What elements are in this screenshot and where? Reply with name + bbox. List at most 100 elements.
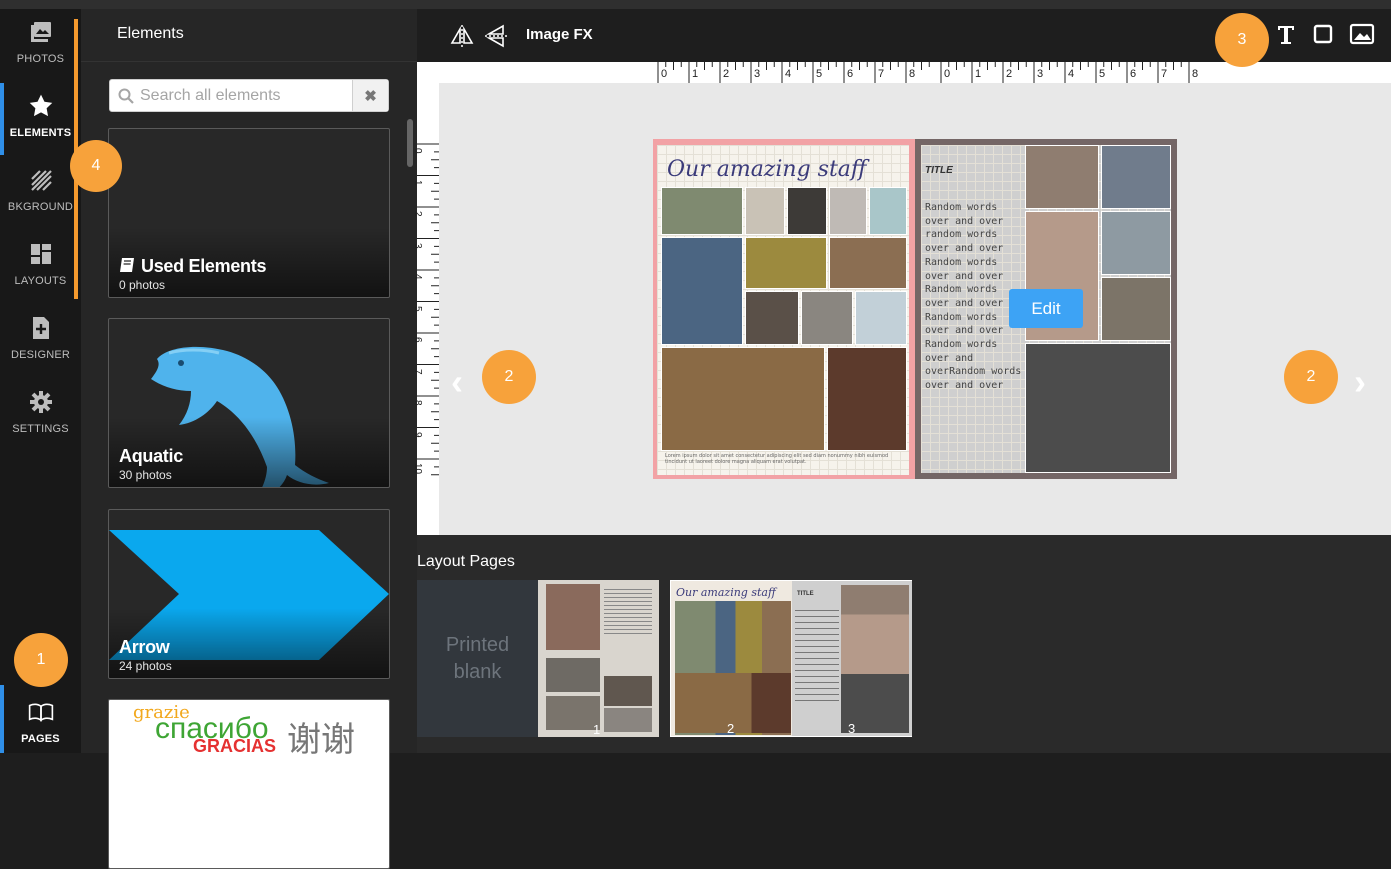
ruler-label: 10 xyxy=(412,463,423,475)
rail-item-designer[interactable]: DESIGNER xyxy=(0,305,81,379)
ruler-label: 5 xyxy=(816,68,823,80)
text-line: Random words xyxy=(925,202,998,213)
thumb-printed-blank[interactable]: Printed blank xyxy=(417,580,538,737)
panel-title: Elements xyxy=(81,9,417,62)
photo-slot[interactable] xyxy=(829,237,907,289)
rail-item-pages[interactable]: PAGES xyxy=(0,689,81,763)
thumb-page-1[interactable]: 1 xyxy=(538,580,659,737)
ruler-label: 3 xyxy=(754,68,761,80)
thanks-word: 谢谢 xyxy=(287,721,355,759)
photo-slot[interactable] xyxy=(1025,145,1099,209)
rail-item-layouts[interactable]: LAYOUTS xyxy=(0,231,81,305)
rail-item-photos[interactable]: PHOTOS xyxy=(0,9,81,83)
panel-scrollbar[interactable] xyxy=(407,119,413,167)
element-card-thanks[interactable]: grazie спасибо GRACIAS 谢谢 xyxy=(108,699,390,869)
photos-icon xyxy=(28,19,54,45)
photo-slot[interactable] xyxy=(801,291,853,345)
photo-slot[interactable] xyxy=(661,347,825,451)
photo-slot[interactable] xyxy=(827,347,907,451)
text-line: over and over xyxy=(925,380,1004,392)
ruler-label: 2 xyxy=(723,68,730,80)
photo-slot[interactable] xyxy=(745,187,785,235)
top-border xyxy=(0,0,1391,9)
photo-slot[interactable] xyxy=(1025,343,1171,473)
element-card-used[interactable]: Used Elements 0 photos xyxy=(108,128,390,298)
element-card-arrow[interactable]: Arrow 24 photos xyxy=(108,509,390,679)
ruler-label: 2 xyxy=(1006,68,1013,80)
photo-slot[interactable] xyxy=(661,187,743,235)
text-line: random words xyxy=(925,229,998,241)
photo-slot[interactable] xyxy=(661,237,743,345)
layout-pages-title: Layout Pages xyxy=(417,553,515,570)
ruler-label: 8 xyxy=(909,68,916,80)
ruler-label: 0 xyxy=(412,148,423,154)
text-line: over and xyxy=(925,352,974,364)
ruler-label: 3 xyxy=(1037,68,1044,80)
callout-badge-1: 1 xyxy=(14,633,68,687)
callout-badge-4: 4 xyxy=(70,140,122,192)
image-fx-button[interactable]: Image FX xyxy=(526,26,593,43)
thumb-photo xyxy=(546,658,600,692)
text-line: overRandom words xyxy=(925,366,1022,378)
ruler-label: 2 xyxy=(412,211,423,217)
photo-slot[interactable] xyxy=(787,187,827,235)
thumb-photo xyxy=(546,696,600,730)
text-line: over and over xyxy=(925,215,1004,227)
shape-tool-icon[interactable] xyxy=(1312,23,1336,47)
photo-slot[interactable] xyxy=(869,187,907,235)
ruler-label: 0 xyxy=(661,68,668,80)
page-number: 1 xyxy=(593,722,601,737)
left-page-title: Our amazing staff xyxy=(667,157,867,182)
callout-badge-2-right: 2 xyxy=(1284,350,1338,404)
flip-vertical-icon[interactable] xyxy=(484,24,508,48)
edit-button[interactable]: Edit xyxy=(1009,289,1083,328)
thumb-title: Our amazing staff xyxy=(676,586,776,599)
elements-panel: Elements ✖ Used Elements 0 photos Aquati… xyxy=(81,9,417,869)
photo-slot[interactable] xyxy=(745,237,827,289)
rail-item-settings[interactable]: SETTINGS xyxy=(0,379,81,453)
ruler-label: 3 xyxy=(412,242,423,249)
thumb-photo xyxy=(604,708,652,732)
photo-slot[interactable] xyxy=(745,291,799,345)
photo-slot[interactable] xyxy=(829,187,867,235)
rail-label-pages: PAGES xyxy=(21,733,60,745)
photo-slot[interactable] xyxy=(1101,277,1171,341)
card-count: 0 photos xyxy=(119,278,166,292)
card-name: Used Elements xyxy=(119,256,266,277)
page-spread[interactable]: Our amazing staff Lorem ipsum dolor sit … xyxy=(653,139,1177,479)
page-number: 2 xyxy=(727,721,735,736)
ruler-label: 6 xyxy=(412,337,423,343)
rail-label-layouts: LAYOUTS xyxy=(14,275,67,287)
ruler-label: 4 xyxy=(412,274,423,280)
ruler-label: 6 xyxy=(847,68,854,80)
thumb-text xyxy=(795,605,839,705)
ruler-label: 4 xyxy=(1068,68,1075,80)
rail-item-elements[interactable]: ELEMENTS xyxy=(0,83,81,157)
thumb-photo xyxy=(604,676,652,706)
search-input[interactable] xyxy=(140,80,352,111)
book-icon xyxy=(28,699,54,725)
rail-item-background[interactable]: BKGROUND xyxy=(0,157,81,231)
next-page-icon[interactable]: › xyxy=(1354,361,1366,403)
star-icon xyxy=(28,93,54,119)
ruler-label: 0 xyxy=(944,68,951,80)
text-line: over and over xyxy=(925,270,1004,282)
callout-badge-3: 3 xyxy=(1215,13,1269,67)
photo-slot[interactable] xyxy=(1101,211,1171,275)
flip-horizontal-icon[interactable] xyxy=(450,24,474,48)
rail-label-designer: DESIGNER xyxy=(10,349,71,361)
search-icon xyxy=(118,88,134,109)
text-tool-icon[interactable] xyxy=(1275,23,1299,47)
layouts-icon xyxy=(28,241,54,267)
element-card-aquatic[interactable]: Aquatic 30 photos xyxy=(108,318,390,488)
image-tool-icon[interactable] xyxy=(1349,22,1375,46)
rail-label-photos: PHOTOS xyxy=(16,53,65,65)
prev-page-icon[interactable]: ‹ xyxy=(451,361,463,403)
thumb-page-2-3[interactable]: Our amazing staff TITLE 2 3 xyxy=(670,580,912,737)
left-page[interactable]: Our amazing staff Lorem ipsum dolor sit … xyxy=(657,145,909,475)
photo-slot[interactable] xyxy=(1101,145,1171,209)
photo-slot[interactable] xyxy=(855,291,907,345)
clear-search-button[interactable]: ✖ xyxy=(352,80,388,111)
ruler-label: 6 xyxy=(1130,68,1137,80)
ruler-label: 9 xyxy=(412,431,423,438)
